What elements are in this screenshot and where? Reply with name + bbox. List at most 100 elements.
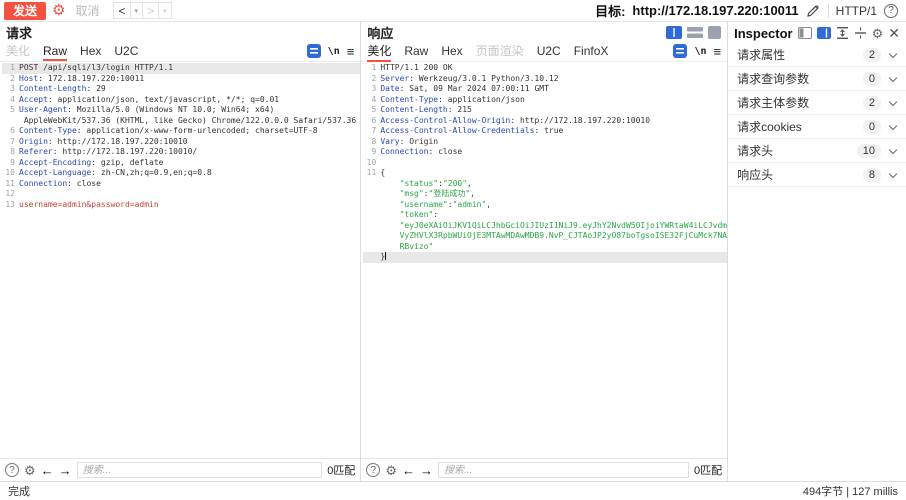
editor-line[interactable]: 10Accept-Language: zh-CN,zh;q=0.9,en;q=0… (2, 168, 360, 179)
line-content: { (380, 168, 385, 179)
tab-Hex[interactable]: Hex (441, 42, 462, 61)
editor-view-mode-icon[interactable] (307, 44, 321, 58)
editor-line[interactable]: 10 (363, 158, 727, 169)
line-number: 5 (363, 105, 376, 116)
inspector-row-请求头[interactable]: 请求头10 (728, 139, 906, 163)
line-content: Accept-Encoding: gzip, deflate (19, 158, 164, 169)
layout-columns-icon[interactable] (666, 26, 682, 39)
request-editor[interactable]: 1POST /api/sqli/l3/login HTTP/1.12Host: … (0, 62, 360, 458)
editor-menu-icon[interactable]: ≡ (714, 45, 722, 58)
editor-line[interactable]: 8Vary: Origin (363, 137, 727, 148)
editor-line[interactable]: 2Server: Werkzeug/3.0.1 Python/3.10.12 (363, 74, 727, 85)
line-content: Content-Type: application/x-www-form-url… (19, 126, 318, 137)
editor-line[interactable]: 3Date: Sat, 09 Mar 2024 07:00:11 GMT (363, 84, 727, 95)
inspector-row-请求查询参数[interactable]: 请求查询参数0 (728, 67, 906, 91)
count-badge: 2 (863, 48, 881, 62)
editor-line[interactable]: 3Content-Length: 29 (2, 84, 360, 95)
editor-line[interactable]: 1POST /api/sqli/l3/login HTTP/1.1 (2, 63, 360, 74)
tab-美化[interactable]: 美化 (367, 40, 391, 62)
chevron-down-icon (889, 49, 897, 57)
layout-rows-icon[interactable] (687, 26, 703, 39)
editor-line[interactable]: 1HTTP/1.1 200 OK (363, 63, 727, 74)
search-settings-gear-icon[interactable]: ⚙ (24, 464, 36, 477)
editor-line[interactable]: AppleWebKit/537.36 (KHTML, like Gecko) C… (2, 116, 360, 127)
search-settings-gear-icon[interactable]: ⚙ (385, 464, 397, 477)
fuzzer-settings-gear-icon[interactable]: ⚙ (52, 3, 65, 18)
line-number: 11 (2, 179, 15, 190)
editor-line[interactable]: 6Access-Control-Allow-Origin: http://172… (363, 116, 727, 127)
inspector-row-label: 请求主体参数 (737, 94, 809, 111)
editor-line[interactable]: "status":"200", (363, 179, 727, 190)
editor-line[interactable]: 6Content-Type: application/x-www-form-ur… (2, 126, 360, 137)
history-back-dropdown[interactable]: ▾ (130, 2, 144, 19)
editor-line[interactable]: RBvizo" (363, 242, 727, 253)
cancel-button[interactable]: 取消 (71, 2, 103, 19)
search-help-icon[interactable]: ? (5, 463, 19, 477)
inspector-close-icon[interactable]: ✕ (888, 27, 900, 39)
show-newline-icon[interactable]: \n (694, 46, 706, 57)
tab-Raw[interactable]: Raw (43, 42, 67, 61)
http-version-select[interactable]: HTTP/1 (836, 4, 877, 18)
tab-U2C[interactable]: U2C (114, 42, 138, 61)
editor-line[interactable]: 9Connection: close (363, 147, 727, 158)
tab-Hex[interactable]: Hex (80, 42, 101, 61)
editor-line[interactable]: 4Content-Type: application/json (363, 95, 727, 106)
editor-line[interactable]: 11{ (363, 168, 727, 179)
editor-line[interactable]: } (363, 252, 727, 263)
editor-line[interactable]: "token": (363, 210, 727, 221)
editor-line[interactable]: "eyJ0eXAiOiJKV1QiLCJhbGciOiJIUzI1NiJ9.ey… (363, 221, 727, 232)
editor-line[interactable]: 4Accept: application/json, text/javascri… (2, 95, 360, 106)
tab-美化: 美化 (6, 40, 30, 62)
help-icon[interactable]: ? (884, 4, 898, 18)
history-forward-button[interactable]: > (142, 2, 159, 19)
inspector-row-请求主体参数[interactable]: 请求主体参数2 (728, 91, 906, 115)
inspector-row-响应头[interactable]: 响应头8 (728, 163, 906, 187)
editor-line[interactable]: 9Accept-Encoding: gzip, deflate (2, 158, 360, 169)
dock-right-icon[interactable] (817, 27, 831, 39)
inspector-row-请求cookies[interactable]: 请求cookies0 (728, 115, 906, 139)
history-back-button[interactable]: < (113, 2, 130, 19)
editor-line[interactable]: VyZHVlX3RpbWUiOjE3MTAwMDAwMDB9.NvP_CJTAo… (363, 231, 727, 242)
editor-line[interactable]: 13username=admin&password=admin (2, 200, 360, 211)
history-forward-dropdown[interactable]: ▾ (158, 2, 172, 19)
find-next-icon[interactable]: → (420, 464, 433, 477)
editor-view-mode-icon[interactable] (673, 44, 687, 58)
line-content: Referer: http://172.18.197.220:10010/ (19, 147, 197, 158)
search-help-icon[interactable]: ? (366, 463, 380, 477)
show-newline-icon[interactable]: \n (328, 46, 340, 57)
response-editor[interactable]: 1HTTP/1.1 200 OK2Server: Werkzeug/3.0.1 … (361, 62, 727, 458)
tab-Raw[interactable]: Raw (404, 42, 428, 61)
tab-U2C[interactable]: U2C (537, 42, 561, 61)
dock-left-icon[interactable] (798, 27, 812, 39)
editor-line[interactable]: 5User-Agent: Mozilla/5.0 (Windows NT 10.… (2, 105, 360, 116)
editor-line[interactable]: "msg":"登陆成功", (363, 189, 727, 200)
line-number: 2 (2, 74, 15, 85)
line-number (363, 189, 376, 200)
collapse-all-icon[interactable] (854, 27, 867, 39)
editor-line[interactable]: 2Host: 172.18.197.220:10011 (2, 74, 360, 85)
request-tab-row: 美化 Raw Hex U2C \n ≡ (0, 41, 360, 62)
tab-FinfoX[interactable]: FinfoX (574, 42, 609, 61)
find-previous-icon[interactable]: ← (402, 464, 415, 477)
editor-line[interactable]: 7Origin: http://172.18.197.220:10010 (2, 137, 360, 148)
editor-line[interactable]: 7Access-Control-Allow-Credentials: true (363, 126, 727, 137)
send-button[interactable]: 发送 (4, 2, 46, 20)
editor-line[interactable]: 8Referer: http://172.18.197.220:10010/ (2, 147, 360, 158)
expand-all-icon[interactable] (836, 27, 849, 39)
inspector-settings-gear-icon[interactable]: ⚙ (872, 27, 884, 40)
line-content: Content-Type: application/json (380, 95, 525, 106)
line-number (363, 200, 376, 211)
find-next-icon[interactable]: → (59, 464, 72, 477)
editor-menu-icon[interactable]: ≡ (347, 45, 355, 58)
request-search-input[interactable] (77, 462, 323, 478)
editor-line[interactable]: 11Connection: close (2, 179, 360, 190)
edit-target-pencil-icon[interactable] (806, 3, 821, 18)
editor-line[interactable]: 5Content-Length: 215 (363, 105, 727, 116)
line-number: 1 (2, 63, 15, 74)
response-search-input[interactable] (438, 462, 689, 478)
find-previous-icon[interactable]: ← (41, 464, 54, 477)
editor-line[interactable]: 12 (2, 189, 360, 200)
layout-single-icon[interactable] (708, 26, 721, 39)
editor-line[interactable]: "username":"admin", (363, 200, 727, 211)
inspector-row-请求属性[interactable]: 请求属性2 (728, 43, 906, 67)
